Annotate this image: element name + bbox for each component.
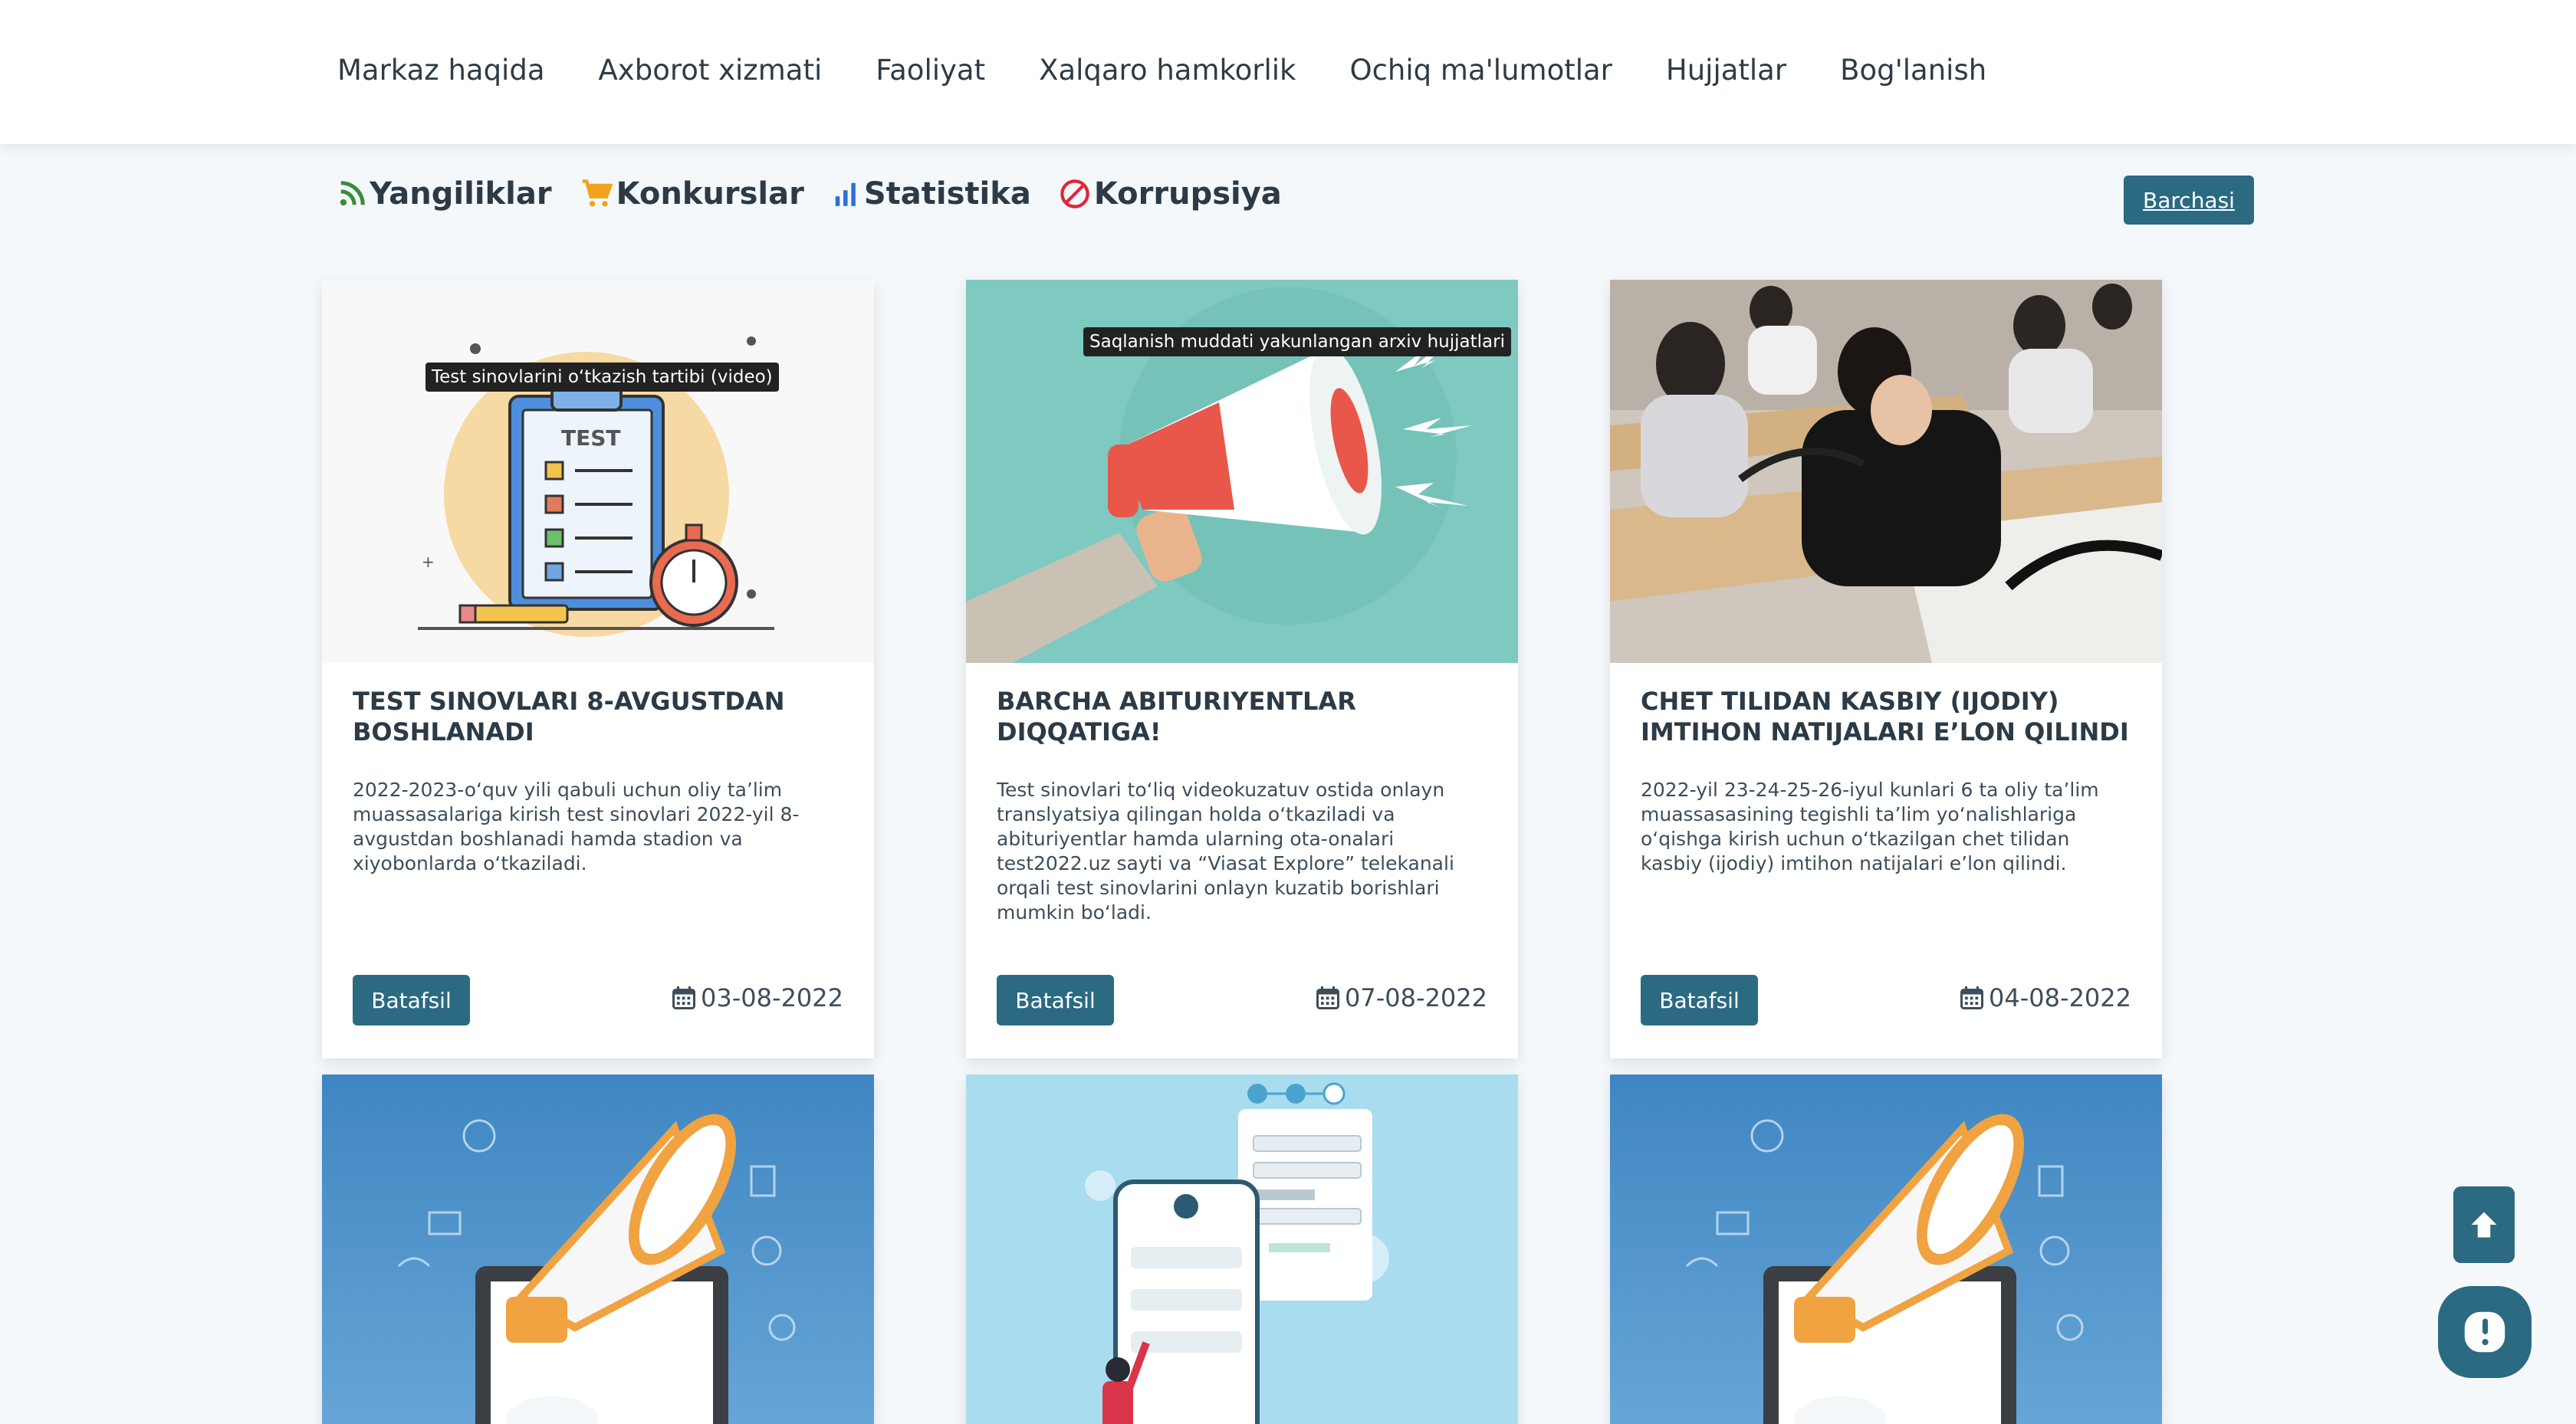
nav-item-axborot-xizmati[interactable]: Axborot xizmati xyxy=(599,54,823,87)
top-navigation: Markaz haqida Axborot xizmati Faoliyat X… xyxy=(0,0,2576,144)
card-title[interactable]: CHET TILIDAN KASBIY (IJODIY) IMTIHON NAT… xyxy=(1641,686,2139,747)
details-button[interactable]: Batafsil xyxy=(997,975,1114,1025)
arrow-up-icon xyxy=(2471,1212,2497,1238)
card-title[interactable]: BARCHA ABITURIYENTLAR DIQQATIGA! xyxy=(997,686,1495,747)
tab-label: Statistika xyxy=(863,176,1031,212)
card-date: 03-08-2022 xyxy=(670,983,843,1012)
svg-text:TEST: TEST xyxy=(561,425,621,451)
nav-item-boglanish[interactable]: Bog'lanish xyxy=(1840,54,1986,87)
prohibited-icon xyxy=(1060,179,1089,208)
tab-label: Konkurslar xyxy=(616,176,804,212)
scroll-to-top-button[interactable] xyxy=(2453,1186,2515,1263)
calendar-icon xyxy=(1316,986,1340,1009)
nav-item-hujjatlar[interactable]: Hujjatlar xyxy=(1666,54,1786,87)
bar-chart-icon xyxy=(835,182,856,206)
nav-menu: Markaz haqida Axborot xizmati Faoliyat X… xyxy=(337,54,2040,87)
image-caption: Saqlanish muddati yakunlangan arxiv hujj… xyxy=(1083,327,1511,356)
tab-label: Korrupsiya xyxy=(1093,176,1282,212)
tab-korrupsiya[interactable]: Korrupsiya xyxy=(1059,176,1282,212)
card-image-test-clipboard[interactable]: + TEST Test sinovlarini o‘tkazish tartib… xyxy=(322,280,874,663)
news-card-image-phone-form[interactable] xyxy=(966,1075,1518,1424)
nav-item-xalqaro-hamkorlik[interactable]: Xalqaro hamkorlik xyxy=(1039,54,1296,87)
tab-yangiliklar[interactable]: Yangiliklar xyxy=(337,176,552,212)
view-all-button[interactable]: Barchasi xyxy=(2124,176,2254,225)
date-text: 04-08-2022 xyxy=(1989,983,2131,1012)
details-button[interactable]: Batafsil xyxy=(1641,975,1758,1025)
card-title[interactable]: TEST SINOVLARI 8-AVGUSTDAN BOSHLANADI xyxy=(353,686,851,747)
news-card: + TEST Test sinovlarini o‘tkazish tartib… xyxy=(322,280,874,1058)
nav-item-faoliyat[interactable]: Faoliyat xyxy=(876,54,985,87)
card-date: 07-08-2022 xyxy=(1314,983,1487,1012)
news-card-image-megaphone-laptop[interactable] xyxy=(1610,1075,2162,1424)
chat-button[interactable] xyxy=(2438,1286,2532,1378)
calendar-icon xyxy=(672,986,696,1009)
details-button[interactable]: Batafsil xyxy=(353,975,470,1025)
card-description: Test sinovlari to‘liq videokuzatuv ostid… xyxy=(997,779,1454,924)
tab-label: Yangiliklar xyxy=(370,176,552,212)
category-tabs: Yangiliklar Konkurslar Statistika Korrup… xyxy=(337,176,1309,212)
card-description: 2022-yil 23-24-25-26-iyul kunlari 6 ta o… xyxy=(1641,779,2099,874)
news-card: Saqlanish muddati yakunlangan arxiv hujj… xyxy=(966,280,1518,1058)
card-date: 04-08-2022 xyxy=(1958,983,2131,1012)
news-card-image-megaphone-laptop[interactable] xyxy=(322,1075,874,1424)
nav-item-ochiq-malumotlar[interactable]: Ochiq ma'lumotlar xyxy=(1349,54,1612,87)
tab-statistika[interactable]: Statistika xyxy=(832,176,1031,212)
chat-icon xyxy=(2464,1311,2505,1353)
tab-konkurslar[interactable]: Konkurslar xyxy=(580,176,804,212)
cart-icon xyxy=(582,179,613,207)
nav-item-markaz-haqida[interactable]: Markaz haqida xyxy=(337,54,545,87)
image-caption: Test sinovlarini o‘tkazish tartibi (vide… xyxy=(426,363,779,392)
card-description: 2022-2023-o‘quv yili qabuli uchun oliy t… xyxy=(353,779,800,874)
news-card: CHET TILIDAN KASBIY (IJODIY) IMTIHON NAT… xyxy=(1610,280,2162,1058)
rss-icon xyxy=(340,181,365,206)
date-text: 07-08-2022 xyxy=(1345,983,1487,1012)
date-text: 03-08-2022 xyxy=(701,983,843,1012)
svg-text:+: + xyxy=(422,553,435,571)
card-image-exam-hall-photo[interactable] xyxy=(1610,280,2162,663)
calendar-icon xyxy=(1960,986,1984,1009)
card-image-megaphone-hand[interactable]: Saqlanish muddati yakunlangan arxiv hujj… xyxy=(966,280,1518,663)
